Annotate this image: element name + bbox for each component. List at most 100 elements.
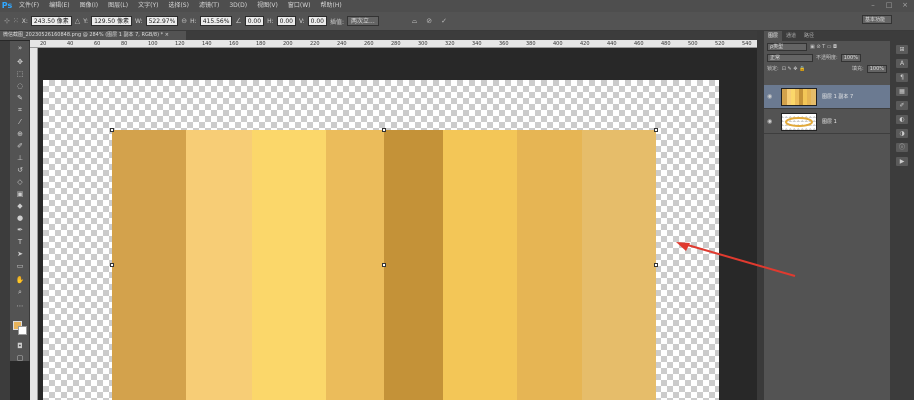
menu-filter[interactable]: 滤镜(T) [194, 0, 224, 12]
transform-handle[interactable] [110, 128, 114, 132]
fill-field[interactable]: 100% [866, 64, 887, 73]
tab-layers[interactable]: 图层 [764, 31, 783, 41]
reference-point-icon[interactable]: ⁙ [13, 17, 19, 25]
menu-type[interactable]: 文字(Y) [133, 0, 163, 12]
info-panel-icon[interactable]: ⓘ [896, 143, 908, 152]
workspace-select[interactable]: 基本功能 [862, 15, 892, 24]
cancel-transform-icon[interactable]: ⊘ [426, 17, 432, 25]
ruler-tick-label: 520 [715, 41, 725, 47]
menu-view[interactable]: 视图(V) [252, 0, 283, 12]
screen-mode-icon[interactable]: ▢ [14, 353, 26, 363]
kind-filter-select[interactable]: ρ类型 [767, 42, 807, 51]
layer-name[interactable]: 图层 1 [822, 118, 837, 125]
eraser-tool-icon[interactable]: ◇ [14, 177, 26, 187]
layer-filter-row: ρ类型 ▣ ⊘ T ▭ ◘ [764, 41, 890, 52]
width-field[interactable]: 522.97% [145, 16, 179, 26]
link-icon[interactable]: ⊖ [181, 17, 187, 25]
actions-panel-icon[interactable]: ▶ [896, 157, 908, 166]
move-tool-icon[interactable]: ✥ [14, 57, 26, 67]
height-field[interactable]: 415.56% [199, 16, 233, 26]
hand-tool-icon[interactable]: ✋ [14, 275, 26, 285]
ruler-tick-label: 220 [310, 41, 320, 47]
h-skew-field[interactable]: 0.00 [276, 16, 296, 26]
right-icon-strip: ⊞ A ¶ ▦ ✐ ◐ ◑ ⓘ ▶ [890, 31, 914, 400]
ruler-tick-label: 60 [94, 41, 101, 47]
tab-channels[interactable]: 通道 [782, 31, 800, 41]
marquee-tool-icon[interactable]: ⬚ [14, 69, 26, 79]
minimize-button[interactable]: – [868, 1, 878, 10]
x-field[interactable]: 243.50 像素 [30, 16, 72, 26]
maximize-button[interactable]: □ [884, 1, 894, 10]
stamp-tool-icon[interactable]: ⊥ [14, 153, 26, 163]
transform-handle[interactable] [382, 263, 386, 267]
dodge-tool-icon[interactable]: ● [14, 213, 26, 223]
canvas-area[interactable] [38, 48, 756, 400]
menu-help[interactable]: 帮助(H) [316, 0, 347, 12]
left-gutter [0, 41, 10, 400]
color-stripes-layer[interactable] [110, 128, 658, 400]
crop-tool-icon[interactable]: ⌗ [14, 105, 26, 115]
character-panel-icon[interactable]: A [896, 59, 908, 68]
quick-mask-icon[interactable]: ◘ [14, 341, 26, 351]
menu-image[interactable]: 图像(I) [75, 0, 103, 12]
visibility-eye-icon[interactable]: ◉ [767, 93, 772, 100]
transform-handle[interactable] [654, 263, 658, 267]
path-select-tool-icon[interactable]: ➤ [14, 249, 26, 259]
adjustments-panel-icon[interactable]: ◑ [896, 129, 908, 138]
delta-icon[interactable]: △ [75, 17, 80, 25]
angle-field[interactable]: 0.00 [244, 16, 265, 26]
quick-select-tool-icon[interactable]: ✎ [14, 93, 26, 103]
shape-tool-icon[interactable]: ▭ [14, 261, 26, 271]
menu-select[interactable]: 选择(S) [163, 0, 194, 12]
gradient-tool-icon[interactable]: ▣ [14, 189, 26, 199]
close-button[interactable]: × [900, 1, 910, 10]
pen-tool-icon[interactable]: ✒ [14, 225, 26, 235]
background-color-swatch[interactable] [18, 326, 27, 335]
color-panel-icon[interactable]: ◐ [896, 115, 908, 124]
swatches-panel-icon[interactable]: ▦ [896, 87, 908, 96]
collapse-icon[interactable]: » [14, 43, 26, 53]
zoom-tool-icon[interactable]: ⌕ [14, 287, 26, 297]
menu-edit[interactable]: 编辑(E) [44, 0, 74, 12]
brush-tool-icon[interactable]: ✐ [14, 141, 26, 151]
blur-tool-icon[interactable]: ◆ [14, 201, 26, 211]
lock-icons[interactable]: ⊡ ✎ ✥ 🔒 [782, 66, 806, 72]
v-skew-field[interactable]: 0.00 [307, 16, 327, 26]
interpolation-select[interactable]: 两次立... [347, 16, 379, 26]
ruler-tick-label: 260 [364, 41, 374, 47]
transform-tool-icon[interactable]: ⊹ [4, 17, 10, 25]
transform-handle[interactable] [654, 128, 658, 132]
menu-window[interactable]: 窗口(W) [283, 0, 316, 12]
menu-file[interactable]: 文件(F) [14, 0, 44, 12]
history-brush-tool-icon[interactable]: ↺ [14, 165, 26, 175]
warp-icon[interactable]: ⌓ [412, 17, 418, 26]
fill-label: 填充: [852, 66, 864, 72]
filter-icons[interactable]: ▣ ⊘ T ▭ ◘ [810, 44, 837, 50]
transform-handle[interactable] [382, 128, 386, 132]
opacity-field[interactable]: 100% [840, 53, 861, 62]
paragraph-panel-icon[interactable]: ¶ [896, 73, 908, 82]
visibility-eye-icon[interactable]: ◉ [767, 118, 772, 125]
ruler-tick-label: 460 [634, 41, 644, 47]
blend-mode-select[interactable]: 正常 [767, 53, 813, 62]
type-tool-icon[interactable]: T [14, 237, 26, 247]
lasso-tool-icon[interactable]: ◌ [14, 81, 26, 91]
ruler-tick-label: 20 [40, 41, 47, 47]
ellipse-thumbnail-graphic [785, 117, 813, 127]
y-field[interactable]: 129.50 像素 [91, 16, 132, 26]
history-panel-icon[interactable]: ⊞ [896, 45, 908, 54]
commit-transform-icon[interactable]: ✓ [441, 17, 447, 25]
menu-3d[interactable]: 3D(D) [224, 0, 252, 12]
menu-layer[interactable]: 图层(L) [103, 0, 133, 12]
layer-name[interactable]: 图层 1 副本 7 [822, 93, 853, 100]
eyedropper-tool-icon[interactable]: ⁄ [14, 117, 26, 127]
transform-handle[interactable] [110, 263, 114, 267]
layer-row[interactable]: ◉ 图层 1 [764, 110, 891, 134]
menu-bar: Ps 文件(F) 编辑(E) 图像(I) 图层(L) 文字(Y) 选择(S) 滤… [0, 0, 914, 12]
document-tab[interactable]: 微信截图_20230526160848.png @ 284% (图层 1 副本 … [0, 31, 186, 40]
layer-row[interactable]: ◉ 图层 1 副本 7 [764, 85, 891, 109]
more-tools-icon[interactable]: ⋯ [14, 301, 26, 311]
tab-paths[interactable]: 路径 [800, 31, 818, 41]
healing-tool-icon[interactable]: ⊕ [14, 129, 26, 139]
brush-panel-icon[interactable]: ✐ [896, 101, 908, 110]
